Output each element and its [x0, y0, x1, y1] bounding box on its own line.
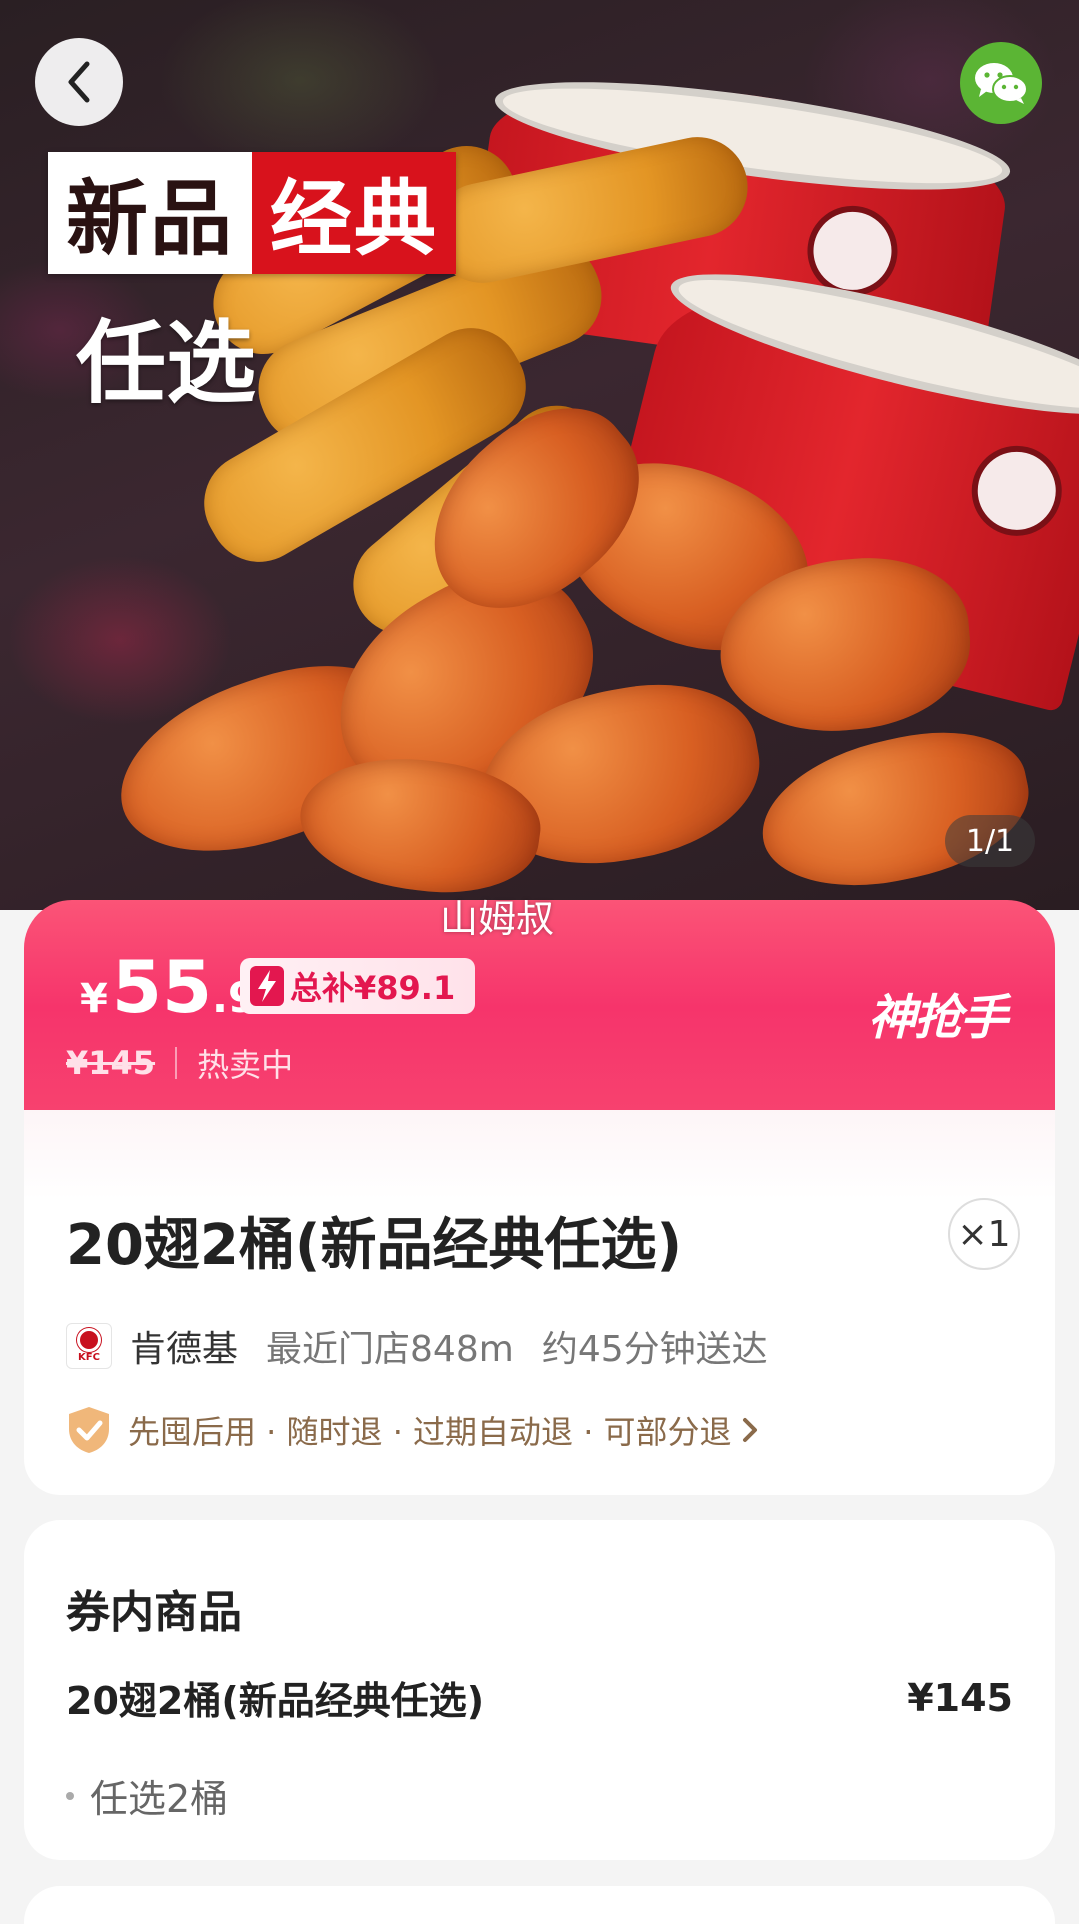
section-title: 券内商品: [66, 1587, 242, 1638]
subsidy-label: 总补¥89.1: [290, 969, 456, 1007]
currency-symbol: ¥: [80, 976, 108, 1022]
wechat-share-button[interactable]: [960, 42, 1042, 124]
delivery-time: 约45分钟送达: [541, 1329, 768, 1370]
quantity-badge: ×1: [948, 1198, 1020, 1270]
next-card: [24, 1886, 1055, 1924]
bullet-dot: [66, 1791, 74, 1800]
watermark-text: 山姆叔: [440, 897, 555, 941]
item-name: 20翅2桶(新品经典任选): [66, 1679, 485, 1723]
store-name: 肯德基: [130, 1329, 239, 1370]
chevron-right-icon: [742, 1418, 757, 1442]
brand-logo: 神抢手: [868, 990, 1008, 1046]
product-info-card: 20翅2桶(新品经典任选) ×1 KFC 肯德基 最近门店848m 约45分钟送…: [24, 1110, 1055, 1495]
price-integer: 55: [111, 945, 213, 1029]
shield-check-icon: [69, 1407, 109, 1453]
store-distance: 最近门店848m: [266, 1329, 514, 1370]
item-detail: 任选2桶: [66, 1768, 228, 1823]
deal-price: ¥ 55 .9: [80, 945, 257, 1029]
subsidy-badge: 总补¥89.1: [240, 958, 476, 1014]
original-price-row: ¥145 热卖中: [66, 1040, 293, 1086]
wechat-icon: [975, 63, 1028, 104]
kfc-logo-icon: KFC: [66, 1323, 112, 1369]
back-button[interactable]: [35, 38, 123, 126]
voucher-items-card: 券内商品 20翅2桶(新品经典任选) ¥145 任选2桶: [24, 1520, 1055, 1860]
promo-headline: 新品 经典: [48, 152, 457, 274]
lightning-icon: [250, 966, 284, 1006]
divider: [175, 1047, 178, 1079]
refund-policy-row[interactable]: 先囤后用 · 随时退 · 过期自动退 · 可部分退: [66, 1405, 758, 1455]
item-price: ¥145: [907, 1675, 1013, 1720]
refund-policy-text: 先囤后用 · 随时退 · 过期自动退 · 可部分退: [128, 1413, 732, 1451]
item-detail-text: 任选2桶: [90, 1777, 229, 1821]
store-info-row[interactable]: KFC 肯德基 最近门店848m 约45分钟送达: [66, 1320, 768, 1372]
chevron-left-icon: [68, 61, 90, 103]
product-title: 20翅2桶(新品经典任选): [66, 1213, 683, 1278]
sale-status: 热卖中: [197, 1046, 294, 1084]
promo-subheadline: 任选: [76, 311, 256, 416]
list-item: 20翅2桶(新品经典任选) ¥145: [66, 1670, 1013, 1725]
product-hero-image: 新品 经典 任选: [0, 0, 1079, 910]
image-counter: 1/1: [945, 815, 1035, 867]
original-price: ¥145: [66, 1044, 156, 1082]
